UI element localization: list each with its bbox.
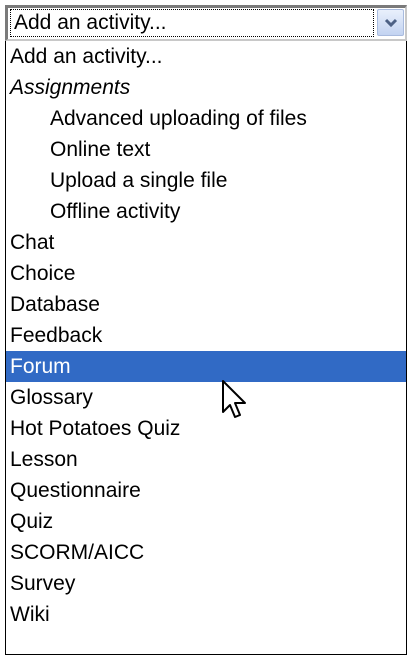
option-feedback[interactable]: Feedback: [6, 320, 406, 351]
option-database[interactable]: Database: [6, 289, 406, 320]
option-chat[interactable]: Chat: [6, 227, 406, 258]
option-forum[interactable]: Forum: [6, 351, 406, 382]
option-upload-a-single-file[interactable]: Upload a single file: [6, 165, 406, 196]
option-add-an-activity[interactable]: Add an activity...: [6, 41, 406, 72]
chevron-down-icon: [384, 18, 398, 28]
option-survey[interactable]: Survey: [6, 568, 406, 599]
mouse-pointer-icon: [222, 380, 246, 418]
optgroup-assignments: Assignments: [10, 76, 131, 99]
option-online-text[interactable]: Online text: [6, 134, 406, 165]
dropdown-arrow-button[interactable]: [377, 9, 404, 36]
option-wiki[interactable]: Wiki: [6, 599, 406, 630]
select-current-value[interactable]: Add an activity...: [10, 9, 374, 37]
option-offline-activity[interactable]: Offline activity: [6, 196, 406, 227]
activity-dropdown-list: Add an activity... Assignments Advanced …: [5, 41, 407, 655]
activity-select[interactable]: Add an activity...: [5, 5, 407, 41]
option-quiz[interactable]: Quiz: [6, 506, 406, 537]
option-choice[interactable]: Choice: [6, 258, 406, 289]
option-glossary[interactable]: Glossary: [6, 382, 406, 413]
option-scorm-aicc[interactable]: SCORM/AICC: [6, 537, 406, 568]
option-hot-potatoes-quiz[interactable]: Hot Potatoes Quiz: [6, 413, 406, 444]
option-advanced-uploading-of-files[interactable]: Advanced uploading of files: [6, 103, 406, 134]
option-questionnaire[interactable]: Questionnaire: [6, 475, 406, 506]
option-lesson[interactable]: Lesson: [6, 444, 406, 475]
